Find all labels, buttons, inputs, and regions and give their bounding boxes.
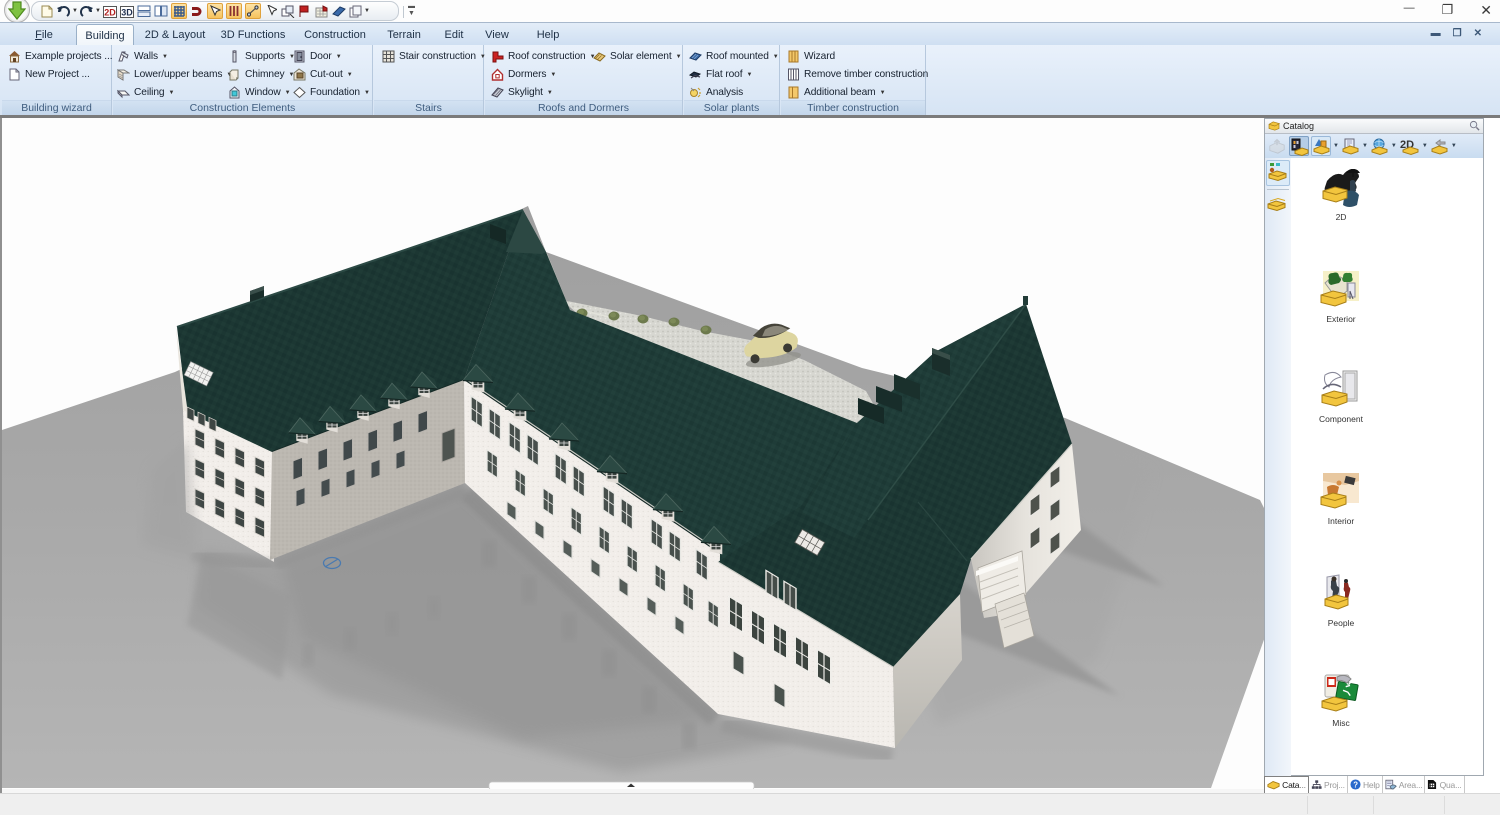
svg-text:2D: 2D bbox=[104, 8, 116, 18]
svg-text:3D: 3D bbox=[121, 8, 133, 18]
svg-text:?: ? bbox=[1353, 780, 1358, 789]
